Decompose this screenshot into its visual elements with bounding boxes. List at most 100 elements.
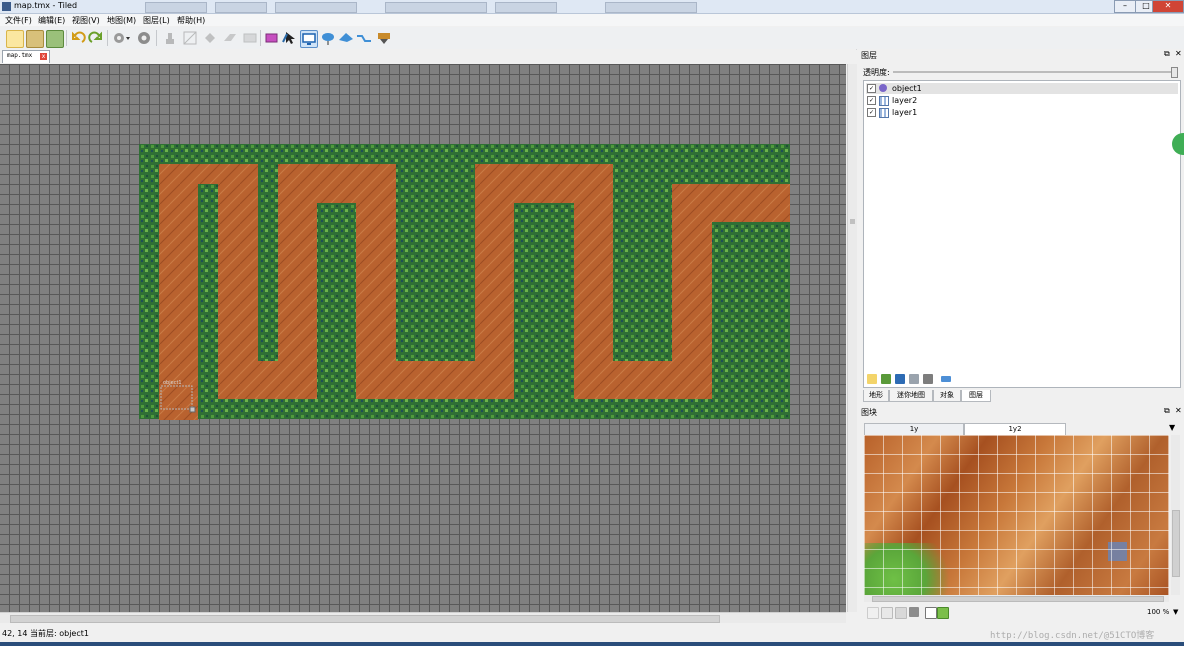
layer-row-layer2[interactable]: ✓ layer2 [866,95,1178,106]
layer-name: object1 [892,84,922,93]
document-tab-strip: map.tmx x [0,49,856,63]
tileset-vertical-scrollbar[interactable] [1171,435,1180,595]
watermark-text: http://blog.csdn.net/@51CTO博客 [990,631,1155,641]
layer-name: layer2 [892,96,918,105]
close-button[interactable]: ✕ [1152,0,1184,13]
float-panel-icon[interactable]: ⧉ [1164,406,1170,416]
background-window-tab[interactable] [385,2,487,13]
command-settings-icon[interactable] [136,30,152,46]
opacity-label: 透明度: [863,68,890,77]
delete-tileset-icon[interactable] [909,607,919,617]
scroll-thumb[interactable] [1172,510,1180,577]
bucket-fill-icon[interactable] [202,30,218,46]
close-panel-icon[interactable]: ✕ [1175,49,1182,58]
document-tab[interactable]: map.tmx x [2,50,50,63]
tileset-horizontal-scrollbar[interactable] [864,595,1169,602]
tileset-view[interactable] [864,435,1169,595]
layer-visibility-icon[interactable] [941,376,951,382]
new-icon[interactable] [6,30,24,48]
tileset-menu-chevron-icon[interactable]: ▼ [1169,423,1175,432]
layer-row-layer1[interactable]: ✓ layer1 [866,107,1178,118]
open-icon[interactable] [26,30,44,48]
delete-layer-icon[interactable] [923,374,933,384]
duplicate-layer-icon[interactable] [909,374,919,384]
scroll-grip[interactable] [850,219,855,224]
opacity-slider[interactable] [893,71,1173,73]
background-window-tab[interactable] [145,2,207,13]
raise-layer-icon[interactable] [881,374,891,384]
import-tileset-icon[interactable] [881,607,893,619]
magic-wand-icon[interactable] [264,30,280,46]
object-label: object1 [163,380,182,386]
background-window-tab[interactable] [215,2,267,13]
map-vertical-scrollbar[interactable] [847,64,857,612]
tileset-panel-header: 图块 ⧉ ✕ [857,406,1184,417]
main-toolbar [0,27,1184,50]
tiled-app-icon [2,2,11,11]
edit-polygons-icon[interactable] [300,30,318,48]
status-text: 42, 14 当前层: object1 [2,629,89,638]
map-horizontal-scrollbar[interactable] [0,612,846,623]
background-window-tab[interactable] [495,2,557,13]
eraser-icon[interactable] [222,30,238,46]
menu-view[interactable]: 视图(V) [72,15,100,26]
layer-actions [867,374,967,384]
object-layer-icon [879,84,887,92]
redo-icon[interactable] [88,30,104,46]
minimize-button[interactable]: – [1114,0,1136,13]
tab-objects[interactable]: 对象 [933,390,961,402]
background-window-tab[interactable] [605,2,697,13]
undo-icon[interactable] [70,30,86,46]
tab-layers[interactable]: 图层 [961,390,991,402]
toolbar-separator [66,30,67,46]
tileset-properties-icon[interactable] [925,607,937,619]
background-window-tab[interactable] [275,2,357,13]
rect-select-icon[interactable] [242,30,258,46]
tab-minimap[interactable]: 迷你地图 [889,390,933,402]
tileset-grid [864,435,1169,595]
visibility-checkbox[interactable]: ✓ [867,108,876,117]
edit-terrain-icon[interactable] [937,607,949,619]
insert-tile-icon[interactable] [376,30,392,46]
visibility-checkbox[interactable]: ✓ [867,84,876,93]
chevron-down-icon[interactable]: ▼ [1173,608,1178,616]
insert-polygon-icon[interactable] [356,30,372,46]
horizontal-scroll-thumb[interactable] [10,615,720,623]
select-objects-icon[interactable] [282,30,298,46]
tile-layer-icon [879,108,889,118]
insert-ellipse-icon[interactable] [338,30,354,46]
menu-map[interactable]: 地图(M) [107,15,136,26]
export-tileset-icon[interactable] [895,607,907,619]
scroll-thumb[interactable] [872,596,1164,602]
menu-file[interactable]: 文件(F) [5,15,32,26]
tab-close-icon[interactable]: x [40,53,47,60]
menu-help[interactable]: 帮助(H) [177,15,205,26]
layer-row-object1[interactable]: ✓ object1 [866,83,1178,94]
lower-layer-icon[interactable] [895,374,905,384]
toolbar-separator [260,30,261,46]
layers-list[interactable]: ✓ object1 ✓ layer2 ✓ layer1 [863,80,1181,388]
insert-rectangle-icon[interactable] [320,30,336,46]
close-panel-icon[interactable]: ✕ [1175,406,1182,415]
terrain-brush-icon[interactable] [182,30,198,46]
menu-layer[interactable]: 图层(L) [143,15,170,26]
document-tab-label: map.tmx [7,52,33,59]
save-icon[interactable] [46,30,64,48]
new-tileset-icon[interactable] [867,607,879,619]
float-panel-icon[interactable]: ⧉ [1164,49,1170,59]
zoom-select[interactable]: 100 % [1147,608,1169,616]
layers-panel-header: 图层 ⧉ ✕ [857,49,1184,60]
tile-layer-icon [879,96,889,106]
toolbar-separator [156,30,157,46]
opacity-slider-handle[interactable] [1171,67,1178,78]
map-canvas[interactable]: object1 [0,64,846,612]
tab-terrain[interactable]: 地形 [863,390,889,402]
menu-edit[interactable]: 编辑(E) [38,15,65,26]
tileset-panel-title: 图块 [861,408,877,417]
window-title: map.tmx - Tiled [14,1,78,10]
commands-icon[interactable] [112,30,130,46]
tileset-tabs: 1y 1y2 ▼ [864,423,1180,436]
stamp-brush-icon[interactable] [162,30,178,46]
add-layer-icon[interactable] [867,374,877,384]
visibility-checkbox[interactable]: ✓ [867,96,876,105]
